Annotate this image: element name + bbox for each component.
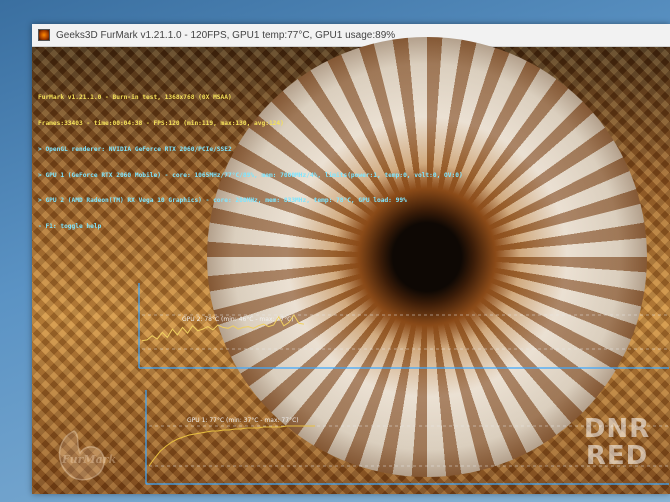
furmark-app-icon[interactable] <box>38 29 50 41</box>
watermark-line-1: DNR <box>583 414 651 444</box>
stats-overlay: FurMark v1.21.1.0 - Burn-in test, 1368x7… <box>38 77 463 249</box>
title-bar[interactable]: Geeks3D FurMark v1.21.1.0 - 120FPS, GPU1… <box>32 24 670 47</box>
monitor-desktop: Geeks3D FurMark v1.21.1.0 - 120FPS, GPU1… <box>0 0 670 502</box>
furmark-window[interactable]: Geeks3D FurMark v1.21.1.0 - 120FPS, GPU1… <box>32 24 670 494</box>
gpu1-temperature-line <box>148 425 315 467</box>
overlay-title: FurMark v1.21.1.0 - Burn-in test, 1368x7… <box>38 94 232 102</box>
overlay-renderer-line: > OpenGL renderer: NVIDIA GeForce RTX 20… <box>38 145 232 153</box>
gpu2-temperature-graph: GPU 2: 78°C (min: 46°C - max: 87°C) <box>138 283 670 369</box>
overlay-help-line: - F1: toggle help <box>38 223 102 231</box>
gpu2-graph-svg: GPU 2: 78°C (min: 46°C - max: 87°C) <box>138 283 669 369</box>
dnr-red-watermark: DNR RED <box>578 416 656 482</box>
furmark-render-scene: FurMark v1.21.1.0 - Burn-in test, 1368x7… <box>32 37 670 494</box>
window-title: Geeks3D FurMark v1.21.1.0 - 120FPS, GPU1… <box>56 29 396 41</box>
furmark-logo-text: FurMark <box>62 453 117 466</box>
overlay-gpu2-line: > GPU 2 (AMD Radeon(TM) RX Vega 10 Graph… <box>38 197 407 205</box>
overlay-gpu1-line: > GPU 1 (GeForce RTX 2060 Mobile) - core… <box>38 171 463 179</box>
gpu1-graph-label: GPU 1: 77°C (min: 37°C - max: 77°C) <box>187 417 299 424</box>
overlay-frames: Frames:33403 - time:00:04:38 - FPS:120 (… <box>38 119 284 127</box>
watermark-line-2: RED <box>585 441 649 471</box>
